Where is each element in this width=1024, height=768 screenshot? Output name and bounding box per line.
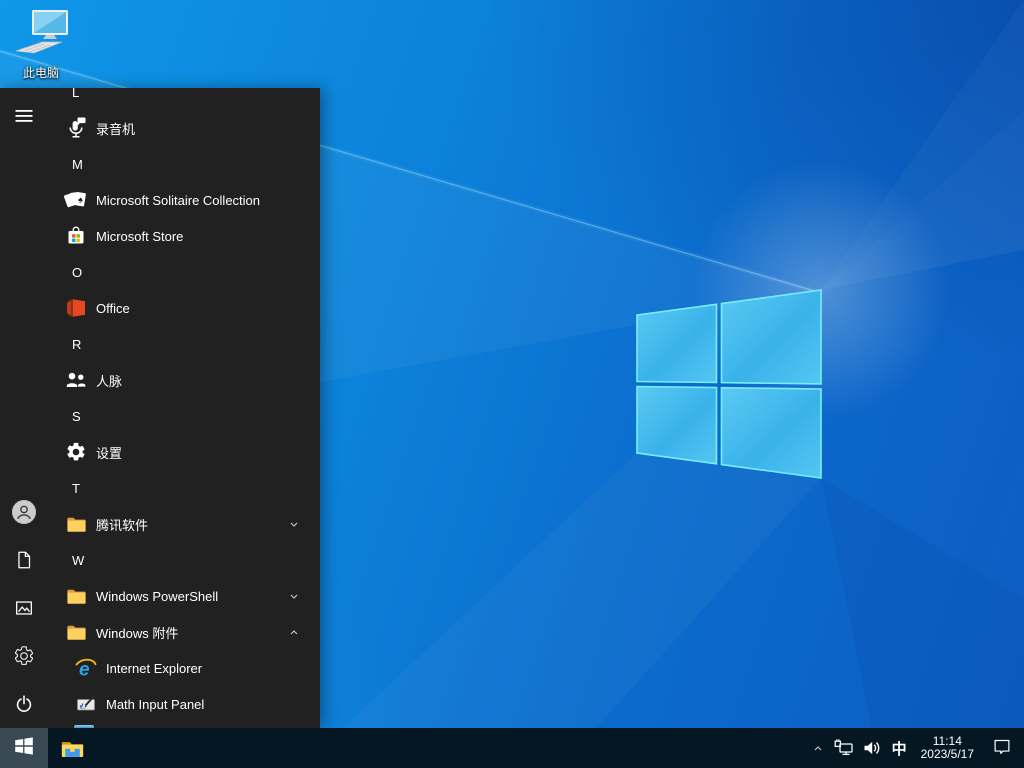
start-menu-rail: [0, 88, 48, 728]
start-menu: L 录音机 M ♠ Microsoft Solitaire Collection Micr…: [0, 88, 320, 728]
tray-button-network[interactable]: [830, 728, 858, 768]
people-icon: [64, 368, 88, 392]
chevron-down-icon: [286, 588, 302, 604]
tray-button-tray-expand[interactable]: [806, 728, 830, 768]
ethernet-icon: [832, 736, 856, 760]
desktop: 此电脑 L 录音机 M ♠ Microsoft Solitaire Collection…: [0, 0, 1024, 768]
app-item--[interactable]: 设置: [48, 434, 320, 470]
section-header-t[interactable]: T: [48, 470, 320, 506]
start-button[interactable]: [0, 728, 48, 768]
ie-icon: e: [74, 656, 98, 680]
section-header-s[interactable]: S: [48, 398, 320, 434]
app-label: Windows 附件: [96, 625, 179, 641]
gear-outline-icon: [13, 645, 35, 667]
app-item-math-input-panel[interactable]: Math Input Panel: [48, 686, 320, 722]
app-label: Microsoft Store: [96, 228, 184, 244]
gear-icon: [64, 440, 88, 464]
section-header-label: T: [72, 480, 80, 496]
section-header-w[interactable]: W: [48, 542, 320, 578]
rail-button-settings[interactable]: [0, 632, 48, 680]
section-header-o[interactable]: O: [48, 254, 320, 290]
section-header-l[interactable]: L: [48, 88, 320, 110]
desktop-icon-this-pc[interactable]: 此电脑: [8, 8, 74, 81]
rail-button-documents[interactable]: [0, 536, 48, 584]
app-item-microsoft-store[interactable]: Microsoft Store: [48, 218, 320, 254]
ime-indicator[interactable]: 中: [886, 728, 913, 768]
app-folder-windows-[interactable]: Windows 附件: [48, 614, 320, 650]
section-header-label: M: [72, 156, 83, 172]
rail-button-pictures[interactable]: [0, 584, 48, 632]
app-item-office[interactable]: Office: [48, 290, 320, 326]
app-label: Microsoft Solitaire Collection: [96, 192, 261, 208]
document-icon: [13, 549, 35, 571]
office-icon: [64, 296, 88, 320]
chevron-up-icon: [810, 740, 826, 756]
svg-text:e: e: [79, 660, 90, 681]
app-folder-windows-powershell[interactable]: Windows PowerShell: [48, 578, 320, 614]
solitaire-icon: ♠: [64, 188, 88, 212]
folder-icon: [64, 620, 88, 644]
section-header-label: O: [72, 264, 83, 280]
volume-icon: [860, 736, 884, 760]
taskbar-empty-area: [96, 728, 806, 768]
start-menu-list: L 录音机 M ♠ Microsoft Solitaire Collection Micr…: [48, 88, 320, 722]
app-item--[interactable]: 人脉: [48, 362, 320, 398]
chevron-up-icon: [286, 624, 302, 640]
app-label: Windows PowerShell: [96, 588, 219, 604]
store-icon: [64, 224, 88, 248]
app-label: Internet Explorer: [106, 660, 203, 676]
taskbar-clock[interactable]: 11:14 2023/5/17: [913, 728, 982, 768]
section-header-label: W: [72, 552, 85, 568]
clock-time: 11:14: [932, 733, 962, 748]
app-label: Math Input Panel: [106, 696, 205, 712]
action-center-icon: [991, 735, 1013, 762]
rail-button-power[interactable]: [0, 680, 48, 728]
system-tray: 中 11:14 2023/5/17: [806, 728, 1024, 768]
this-pc-label: 此电脑: [22, 66, 59, 80]
taskbar-apps: [48, 728, 96, 768]
folder-icon: [64, 584, 88, 608]
clock-date: 2023/5/17: [920, 747, 974, 761]
app-folder--[interactable]: 腾讯软件: [48, 506, 320, 542]
tray-button-volume[interactable]: [858, 728, 886, 768]
taskbar-button-file-explorer[interactable]: [48, 728, 96, 768]
section-header-label: S: [72, 408, 81, 424]
app-item-microsoft-solitaire-collection[interactable]: ♠ Microsoft Solitaire Collection: [48, 182, 320, 218]
tray-icons: [806, 728, 886, 768]
math-icon: [74, 692, 98, 716]
this-pc-icon: [12, 10, 70, 62]
file-explorer-icon: [59, 735, 86, 762]
user-icon: [11, 499, 37, 525]
section-header-m[interactable]: M: [48, 146, 320, 182]
app-label: 腾讯软件: [96, 517, 149, 533]
section-header-label: L: [72, 88, 80, 100]
action-center-button[interactable]: [982, 728, 1022, 768]
app-label: 录音机: [96, 121, 136, 137]
section-header-r[interactable]: R: [48, 326, 320, 362]
picture-icon: [13, 597, 35, 619]
taskbar: 中 11:14 2023/5/17: [0, 728, 1024, 768]
section-header-label: R: [72, 336, 82, 352]
app-item-internet-explorer[interactable]: e Internet Explorer: [48, 650, 320, 686]
hamburger-icon: [14, 106, 34, 126]
folder-icon: [64, 512, 88, 536]
chevron-down-icon: [286, 516, 302, 532]
voice-recorder-icon: [64, 116, 88, 140]
app-label: Office: [96, 300, 130, 316]
rail-button-user[interactable]: [0, 488, 48, 536]
start-flag-icon: [13, 735, 35, 762]
app-label: 设置: [96, 445, 123, 461]
rail-button-menu[interactable]: [0, 92, 48, 140]
power-icon: [13, 693, 35, 715]
app-label: 人脉: [96, 373, 123, 389]
app-item--[interactable]: 录音机: [48, 110, 320, 146]
